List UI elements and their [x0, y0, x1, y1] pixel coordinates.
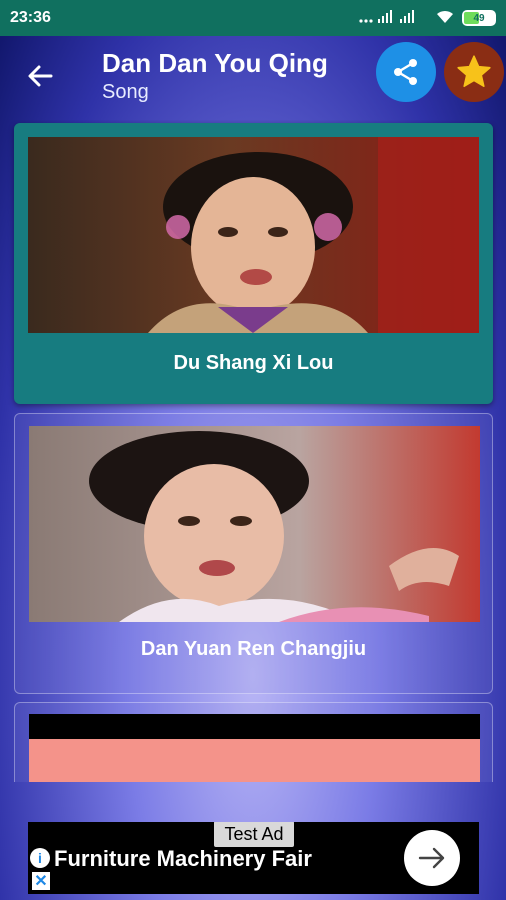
star-icon [457, 55, 491, 88]
ad-banner[interactable]: Test Ad i ✕ Furniture Machinery Fair [28, 822, 479, 894]
close-icon[interactable]: ✕ [32, 872, 50, 890]
signal-icon [358, 9, 428, 27]
page-title: Dan Dan You Qing [102, 48, 328, 78]
share-icon [394, 59, 417, 85]
song-thumbnail-2 [29, 426, 480, 622]
header-titles: Dan Dan You Qing Song [102, 47, 328, 105]
back-arrow-icon [28, 65, 53, 87]
song-thumbnail-1 [28, 137, 479, 333]
ad-open-button[interactable] [404, 830, 460, 886]
page-subtitle: Song [102, 81, 149, 103]
ad-title: Furniture Machinery Fair [54, 846, 312, 871]
back-button[interactable] [10, 46, 70, 106]
song-card-2[interactable]: Dan Yuan Ren Changjiu [14, 413, 493, 694]
song-thumbnail-3 [29, 714, 480, 782]
song-title-2: Dan Yuan Ren Changjiu [140, 638, 367, 660]
status-time: 23:36 [10, 9, 51, 26]
info-icon[interactable]: i [30, 848, 50, 868]
song-list[interactable]: Du Shang Xi Lou Dan Yuan Ren Changjiu [0, 120, 506, 782]
status-icons: 49 [358, 9, 496, 27]
share-button[interactable] [376, 42, 436, 102]
status-bar: 23:36 49 [0, 0, 506, 36]
wifi-icon [436, 10, 454, 27]
song-card-1[interactable]: Du Shang Xi Lou [14, 123, 493, 404]
favorite-button[interactable] [444, 42, 504, 102]
song-title-1: Du Shang Xi Lou [173, 352, 334, 374]
ad-tag: Test Ad [214, 822, 294, 847]
battery-icon: 49 [462, 10, 496, 26]
song-card-3[interactable] [14, 702, 493, 782]
battery-level: 49 [473, 12, 485, 24]
arrow-right-icon [418, 847, 445, 869]
app-header: Dan Dan You Qing Song [0, 36, 506, 116]
